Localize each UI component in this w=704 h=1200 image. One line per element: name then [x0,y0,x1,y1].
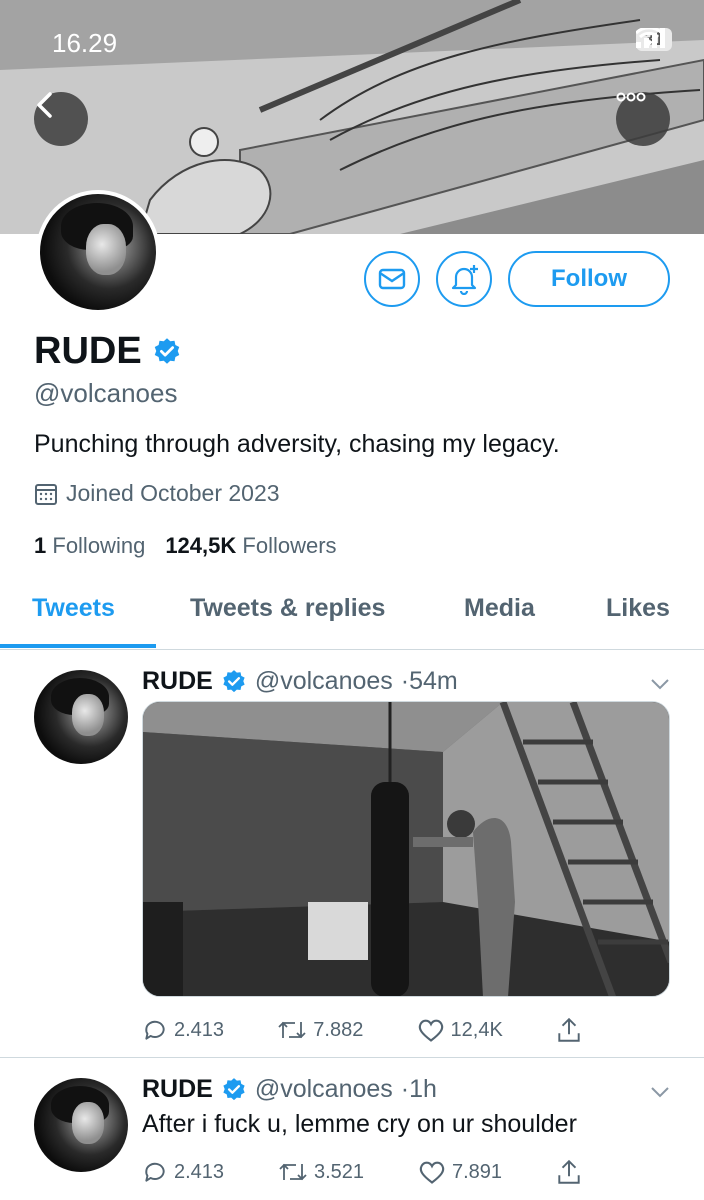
retweet-icon [279,1163,307,1181]
reply-count: 2.413 [174,1018,225,1041]
verified-badge-icon [223,669,245,692]
reply-icon [145,1162,165,1182]
status-icons: 31 [635,28,672,51]
calendar-icon [35,483,57,505]
like-count: 7.891 [452,1160,503,1183]
status-time: 16.29 [52,28,118,58]
following-count: 1 [34,533,47,558]
tweet-timestamp: ·1h [400,1075,437,1103]
display-name-text: RUDE [34,330,142,372]
following-link[interactable]: 1 Following [34,533,145,559]
chevron-down-icon [651,679,669,690]
bell-plus-icon [451,265,478,295]
profile-handle: @volcanoes [34,378,178,408]
joined-text: Joined October 2023 [66,480,280,506]
following-label: Following [52,533,146,558]
display-name: RUDE [34,330,182,373]
verified-badge-icon [154,337,179,364]
like-count: 12,4K [450,1018,503,1041]
follow-stats: 1 Following 124,5K Followers [34,533,337,559]
tweet-text: After i fuck u, lemme cry on ur shoulder [142,1110,577,1138]
profile-tabs: Tweets Tweets & replies Media Likes [0,580,704,650]
more-options-button[interactable] [616,92,670,146]
tab-tweets[interactable]: Tweets [32,594,115,623]
share-icon [558,1017,580,1042]
avatar-face [71,694,104,736]
reply-icon [145,1020,165,1040]
verified-badge-icon [223,1077,245,1100]
tweet-author-handle: @volcanoes [254,1075,393,1103]
tweet-avatar[interactable] [34,1078,128,1172]
tweet-actions: 2.413 3.521 7.891 [142,1158,582,1186]
active-tab-indicator [0,644,156,648]
avatar-face [71,1102,104,1144]
more-horizontal-icon [616,92,646,102]
tweet[interactable]: RUDE @volcanoes ·54m 2.413 7.882 12,4K [0,650,704,1057]
joined-date: Joined October 2023 [34,480,280,507]
share-icon [558,1159,580,1184]
share-button[interactable] [556,1158,582,1186]
retweet-count: 3.521 [314,1160,365,1183]
back-button[interactable] [34,92,88,146]
tweet-author-name: RUDE [142,1075,213,1103]
chevron-left-icon [37,92,52,118]
wifi-icon [635,28,662,46]
reply-button[interactable]: 2.413 [142,1158,224,1186]
gym-photo [143,702,669,996]
tweet-menu-button[interactable] [650,670,670,696]
tab-media[interactable]: Media [464,594,535,623]
heart-icon [418,1019,443,1042]
tweet-avatar[interactable] [34,670,128,764]
tweet-image[interactable] [142,701,670,997]
reply-count: 2.413 [174,1160,225,1183]
tweet-author-handle: @volcanoes [254,667,393,695]
followers-count: 124,5K [165,533,237,558]
reply-button[interactable]: 2.413 [142,1016,224,1044]
retweet-icon [278,1021,306,1039]
retweet-count: 7.882 [313,1018,364,1041]
tweet-timestamp: ·54m [400,667,458,695]
heart-icon [419,1161,445,1184]
like-button[interactable]: 12,4K [417,1016,503,1044]
avatar-face [86,224,126,276]
profile-bio: Punching through adversity, chasing my l… [34,430,560,458]
mail-icon [378,268,406,290]
share-button[interactable] [556,1016,582,1044]
tweet-actions: 2.413 7.882 12,4K [142,1016,582,1044]
follow-button[interactable]: Follow [508,251,670,307]
tweet-header: RUDE @volcanoes ·1h [142,1075,437,1104]
tweet-menu-button[interactable] [650,1078,670,1104]
tweet-header: RUDE @volcanoes ·54m [142,667,458,696]
retweet-button[interactable]: 7.882 [277,1016,363,1044]
followers-label: Followers [242,533,337,558]
tweet[interactable]: RUDE @volcanoes ·1h After i fuck u, lemme… [0,1058,704,1200]
retweet-button[interactable]: 3.521 [278,1158,364,1186]
message-button[interactable] [364,251,420,307]
tweet-author-name: RUDE [142,667,213,695]
profile-avatar[interactable] [36,190,160,314]
followers-link[interactable]: 124,5K Followers [165,533,336,559]
chevron-down-icon [651,1087,669,1098]
notifications-button[interactable] [436,251,492,307]
tab-likes[interactable]: Likes [606,594,670,623]
like-button[interactable]: 7.891 [418,1158,502,1186]
tab-tweets-replies[interactable]: Tweets & replies [190,594,385,623]
